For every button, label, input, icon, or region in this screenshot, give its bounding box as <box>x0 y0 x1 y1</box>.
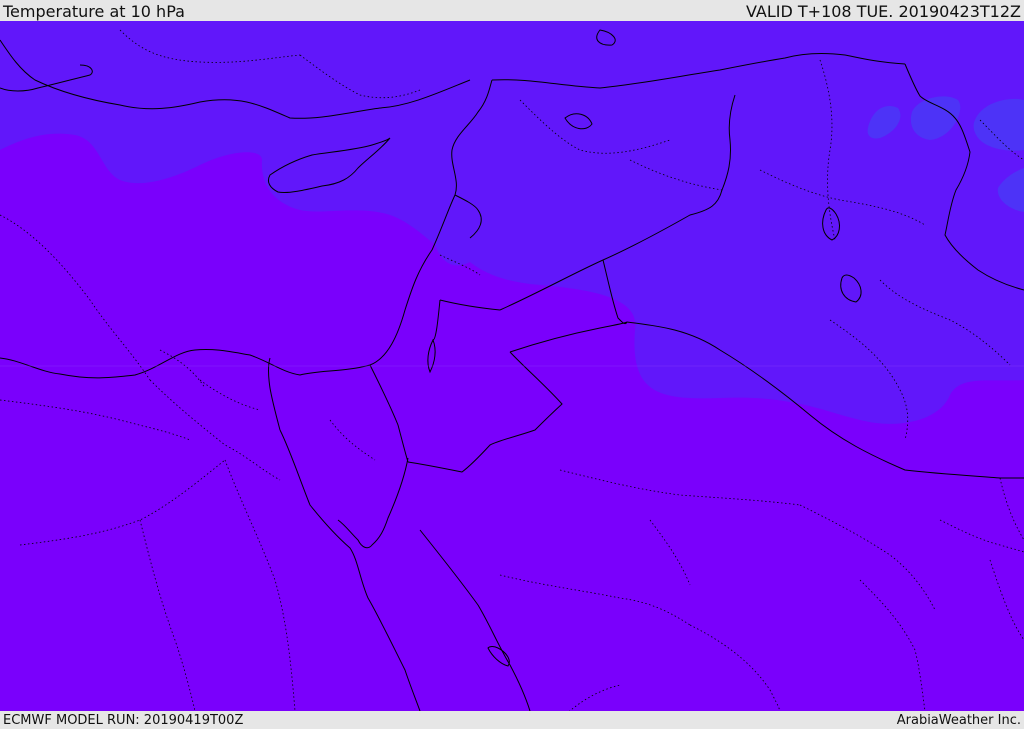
model-run-label: ECMWF MODEL RUN: 20190419T00Z <box>3 713 244 728</box>
map-header: Temperature at 10 hPa VALID T+108 TUE. 2… <box>0 0 1024 22</box>
valid-time-label: VALID T+108 TUE. 20190423T12Z <box>745 2 1021 21</box>
temperature-map <box>0 21 1024 711</box>
map-title: Temperature at 10 hPa <box>3 2 185 21</box>
credit-label: ArabiaWeather Inc. <box>896 713 1021 728</box>
map-footer: ECMWF MODEL RUN: 20190419T00Z ArabiaWeat… <box>0 711 1024 729</box>
map-panel <box>0 21 1024 711</box>
